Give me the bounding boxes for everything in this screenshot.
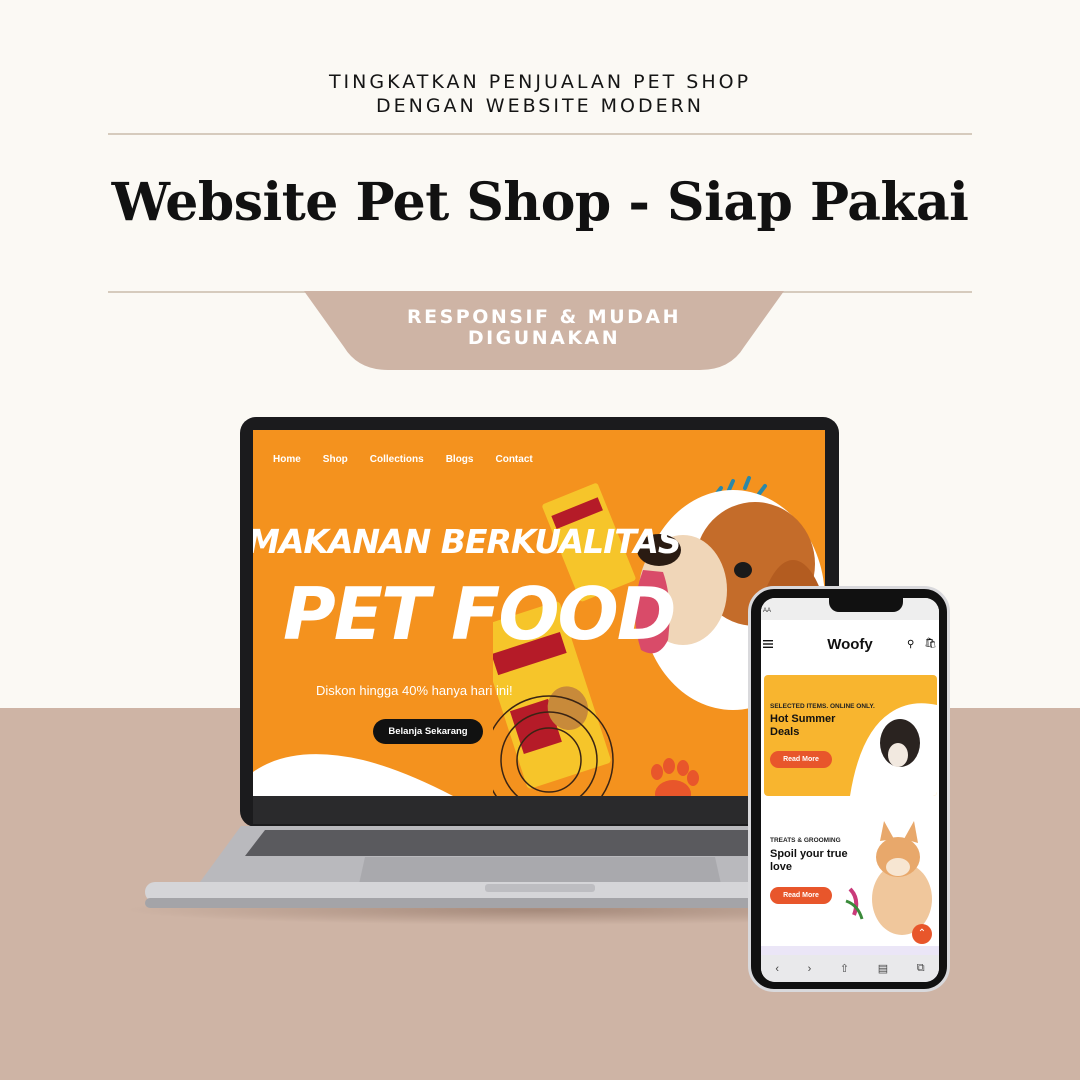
tabs-icon[interactable]: ⧉	[917, 962, 925, 975]
card-kicker: TREATS & GROOMING	[770, 837, 841, 844]
hero-heading-line-2: PET FOOD	[283, 572, 676, 656]
search-icon[interactable]: ⚲	[907, 639, 914, 650]
back-icon[interactable]: ‹	[775, 963, 779, 975]
nav-home[interactable]: Home	[273, 454, 301, 465]
card-title: Hot Summer Deals	[770, 713, 836, 738]
eyebrow-line-1: TINGKATKAN PENJUALAN PET SHOP	[328, 71, 752, 93]
share-icon[interactable]: ⇧	[840, 962, 849, 975]
eyebrow-heading: TINGKATKAN PENJUALAN PET SHOP DENGAN WEB…	[0, 70, 1080, 118]
app-header: Woofy ⚲ 🛍	[761, 620, 939, 670]
hero-subtitle: Diskon hingga 40% hanya hari ini!	[316, 683, 513, 698]
divider-top	[108, 133, 972, 135]
browser-toolbar: ‹ › ⇧ ▤ ⧉	[761, 955, 939, 982]
nav-shop[interactable]: Shop	[323, 454, 348, 465]
shop-now-button[interactable]: Belanja Sekarang	[373, 719, 483, 744]
phone-notch	[829, 598, 903, 612]
reader-toggle[interactable]: AA	[763, 608, 771, 614]
badge-line-2: DIGUNAKAN	[467, 327, 621, 349]
page-title: Website Pet Shop - Siap Pakai	[111, 172, 969, 233]
read-more-button[interactable]: Read More	[770, 887, 832, 904]
read-more-button[interactable]: Read More	[770, 751, 832, 768]
feature-badge: RESPONSIF & MUDAH DIGUNAKAN	[304, 291, 784, 370]
section-strip	[761, 946, 939, 955]
nav-blogs[interactable]: Blogs	[446, 454, 474, 465]
forward-icon[interactable]: ›	[808, 963, 812, 975]
dog-in-towel-image	[850, 703, 937, 796]
laptop-screen: Home Shop Collections Blogs Contact MAKA…	[253, 430, 825, 796]
phone-screen: AA file:// Woofy ⚲ 🛍 SELECTED ITEMS. ONL…	[761, 598, 939, 982]
cart-icon[interactable]: 🛍	[924, 638, 937, 649]
hero-heading-line-1: MAKANAN BERKUALITAS	[253, 522, 682, 561]
nav-collections[interactable]: Collections	[370, 454, 424, 465]
cat-image	[845, 821, 932, 935]
eyebrow-line-2: DENGAN WEBSITE MODERN	[375, 95, 705, 117]
badge-line-1: RESPONSIF & MUDAH	[406, 306, 682, 328]
bookmarks-icon[interactable]: ▤	[878, 962, 888, 975]
hero-wave	[253, 754, 453, 796]
promo-card-grooming: TREATS & GROOMING Spoil your true love R…	[764, 811, 937, 935]
promo-card-summer: SELECTED ITEMS. ONLINE ONLY. Hot Summer …	[764, 675, 937, 796]
arrow-up-icon[interactable]: ⌃	[912, 924, 932, 944]
laptop-bezel	[253, 796, 825, 824]
